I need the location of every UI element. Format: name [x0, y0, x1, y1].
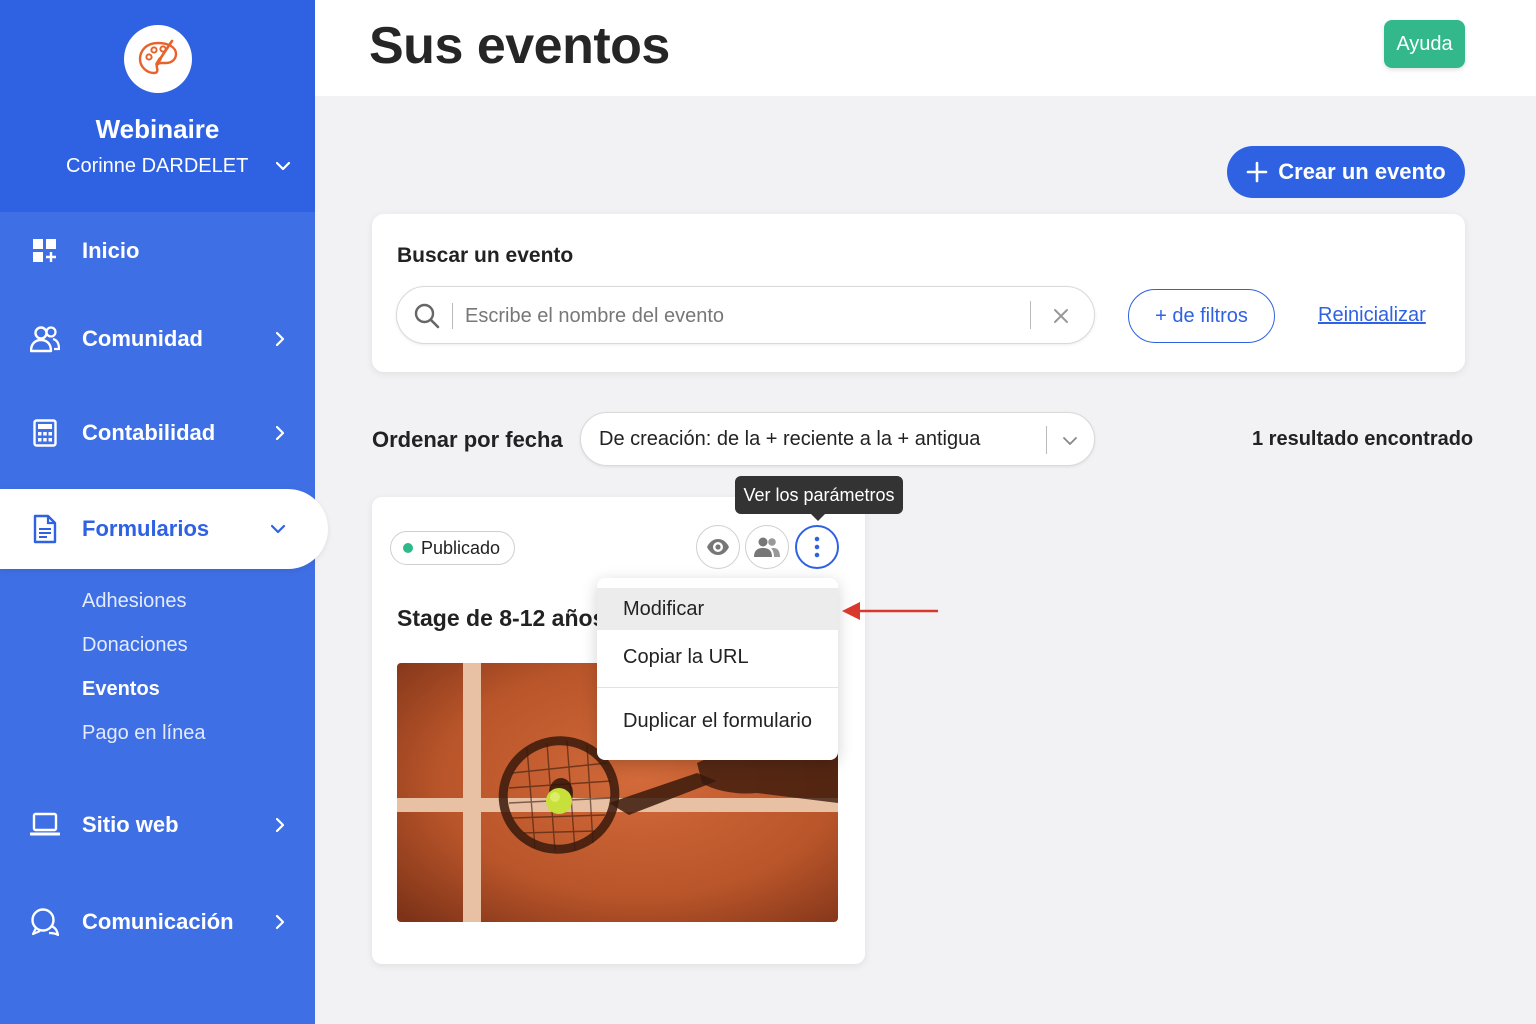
sidebar-item-label: Contabilidad	[82, 420, 216, 445]
menu-item-copiar-url[interactable]: Copiar la URL	[597, 636, 838, 678]
subnav-item-pago-en-linea[interactable]: Pago en línea	[82, 722, 205, 745]
search-input[interactable]	[465, 299, 1025, 333]
laptop-icon	[30, 810, 60, 840]
status-badge: Publicado	[390, 531, 516, 565]
sidebar-item-label: Inicio	[82, 238, 140, 263]
chevron-down-icon[interactable]	[273, 156, 293, 176]
subnav-item-eventos[interactable]: Eventos	[82, 678, 160, 701]
create-event-button[interactable]: Crear un evento	[1227, 146, 1465, 198]
dashboard-icon	[30, 236, 60, 266]
sort-label: Ordenar por fecha	[372, 427, 563, 452]
participants-button[interactable]	[745, 525, 789, 569]
sidebar-item-label: Formularios	[82, 516, 210, 541]
organization-name: Webinaire	[95, 114, 220, 144]
tooltip: Ver los parámetros	[735, 476, 903, 514]
sidebar-header: Webinaire Corinne DARDELET	[0, 0, 315, 212]
sort-select[interactable]: De creación: de la + reciente a la + ant…	[580, 412, 1095, 466]
sidebar-item-comunidad[interactable]: Comunidad	[0, 309, 315, 369]
help-button[interactable]: Ayuda	[1384, 20, 1465, 68]
annotation-arrow-icon	[842, 602, 938, 620]
search-divider	[1030, 301, 1031, 329]
sidebar-item-label: Comunicación	[82, 909, 234, 934]
close-icon[interactable]	[1049, 304, 1073, 328]
chevron-right-icon	[275, 817, 285, 833]
calculator-icon	[30, 418, 60, 448]
eye-icon	[707, 539, 729, 555]
page-header: Sus eventos Ayuda	[315, 0, 1536, 96]
create-event-label: Crear un evento	[1278, 159, 1446, 184]
sidebar-item-label: Sitio web	[82, 812, 179, 837]
document-icon	[30, 514, 60, 544]
sidebar: Webinaire Corinne DARDELET Inicio Comuni…	[0, 0, 328, 1024]
search-field[interactable]	[396, 286, 1095, 344]
result-count: 1 resultado encontrado	[1252, 428, 1474, 450]
reset-link[interactable]: Reinicializar	[1318, 304, 1426, 327]
chevron-right-icon	[275, 331, 285, 347]
select-divider	[1046, 426, 1047, 454]
chevron-right-icon	[275, 425, 285, 441]
menu-item-modificar[interactable]: Modificar	[597, 588, 838, 630]
subnav-item-adhesiones[interactable]: Adhesiones	[82, 590, 187, 613]
search-title: Buscar un evento	[397, 244, 574, 267]
status-dot	[403, 543, 413, 553]
sidebar-item-inicio[interactable]: Inicio	[0, 221, 315, 281]
menu-divider	[597, 687, 838, 688]
palette-logo-icon	[124, 25, 192, 93]
chevron-right-icon	[275, 914, 285, 930]
sidebar-item-contabilidad[interactable]: Contabilidad	[0, 403, 315, 463]
status-label: Publicado	[421, 537, 501, 558]
event-title: Stage de 8-12 años	[397, 605, 606, 631]
more-filters-button[interactable]: + de filtros	[1128, 289, 1275, 343]
user-name[interactable]: Corinne DARDELET	[66, 155, 248, 178]
search-divider	[452, 303, 453, 329]
sort-selected-value: De creación: de la + reciente a la + ant…	[599, 428, 981, 450]
chevron-down-icon	[1063, 437, 1077, 445]
sidebar-item-comunicacion[interactable]: Comunicación	[0, 892, 315, 952]
subnav-item-donaciones[interactable]: Donaciones	[82, 634, 188, 657]
options-menu: Modificar Copiar la URL Duplicar el form…	[597, 578, 838, 760]
search-panel: Buscar un evento + de filtros Reiniciali…	[372, 214, 1465, 372]
menu-item-duplicar-formulario[interactable]: Duplicar el formulario	[597, 700, 838, 742]
page-title: Sus eventos	[369, 17, 670, 75]
more-options-button[interactable]	[795, 525, 839, 569]
users-icon	[754, 537, 780, 557]
sidebar-item-label: Comunidad	[82, 326, 203, 351]
search-icon	[414, 303, 440, 329]
chevron-down-icon	[270, 524, 286, 534]
tooltip-arrow	[810, 513, 826, 521]
plus-icon	[1246, 161, 1268, 183]
more-vertical-icon	[814, 536, 820, 558]
preview-button[interactable]	[696, 525, 740, 569]
sidebar-item-sitio-web[interactable]: Sitio web	[0, 795, 315, 855]
users-icon	[30, 324, 60, 354]
chat-icon	[30, 907, 60, 937]
sidebar-item-formularios[interactable]: Formularios	[0, 489, 328, 569]
